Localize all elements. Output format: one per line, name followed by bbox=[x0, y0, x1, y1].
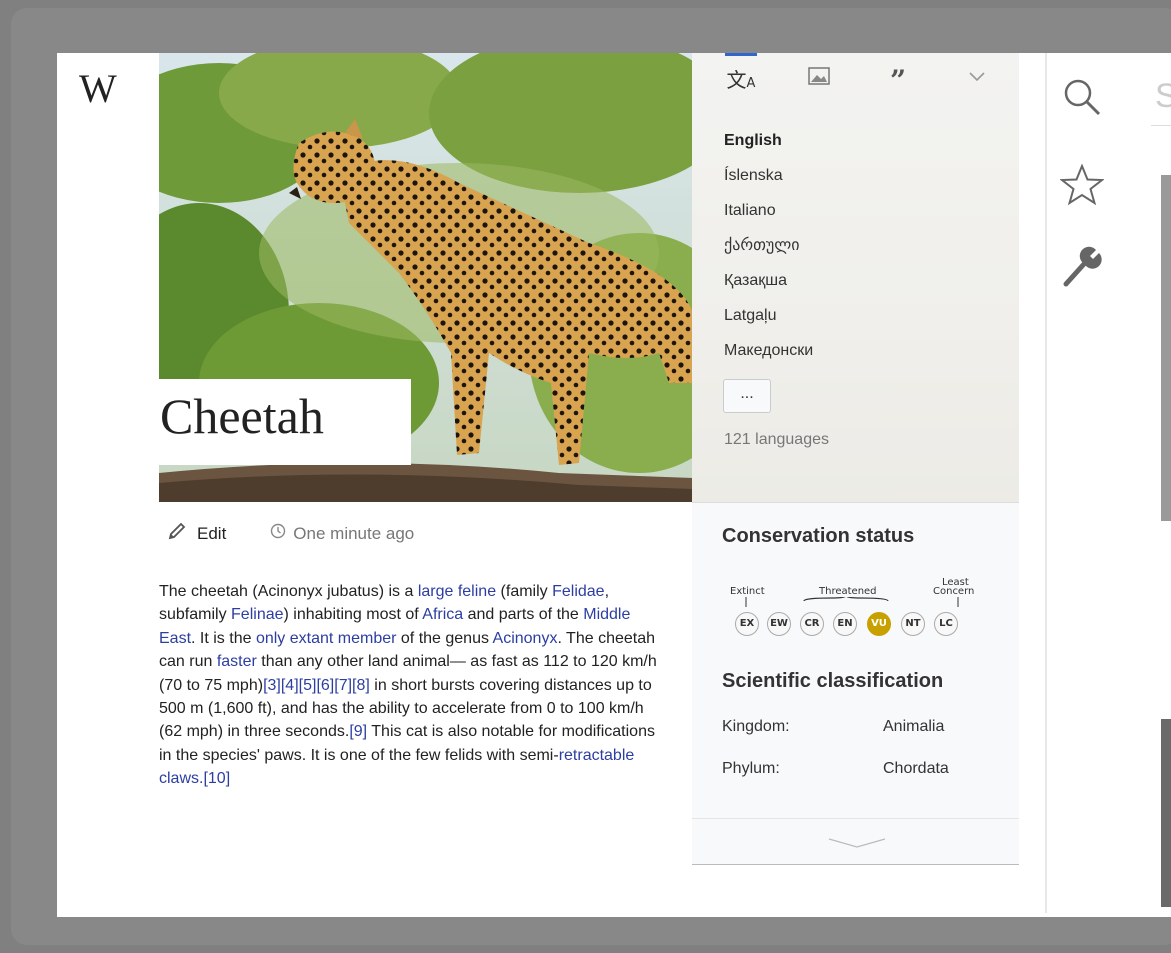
classification-title: Scientific classification bbox=[722, 670, 944, 692]
status-vu-active: VU bbox=[867, 612, 891, 636]
article-text: . It is the bbox=[191, 629, 256, 647]
more-languages-button[interactable]: ... bbox=[723, 379, 771, 413]
language-list: English Íslenska Italiano ქართული Қазақш… bbox=[724, 123, 813, 368]
pencil-icon bbox=[167, 521, 187, 546]
page: W Cheetah Edit One minute ago The cheeta… bbox=[57, 53, 1171, 917]
article-link[interactable]: [8] bbox=[352, 677, 370, 694]
language-item[interactable]: Қазақша bbox=[724, 263, 813, 298]
article-link[interactable]: [7] bbox=[334, 677, 352, 694]
status-ex: EX bbox=[735, 612, 759, 636]
article-link[interactable]: Felinae bbox=[231, 606, 283, 623]
article-link[interactable]: Acinonyx bbox=[493, 630, 558, 647]
article-paragraph: The cheetah (Acinonyx jubatus) is a larg… bbox=[159, 580, 669, 791]
article-link[interactable]: [9] bbox=[349, 723, 367, 740]
panel-divider bbox=[692, 502, 1019, 503]
article-link[interactable]: [10] bbox=[203, 770, 230, 787]
status-ew: EW bbox=[767, 612, 791, 636]
status-lc: LC bbox=[934, 612, 958, 636]
article-link[interactable]: [3] bbox=[263, 677, 281, 694]
partial-image-strip bbox=[1161, 175, 1171, 521]
article-link[interactable]: [4] bbox=[281, 677, 299, 694]
quotes-tab[interactable]: ” bbox=[878, 63, 918, 97]
extinct-label: Extinct bbox=[730, 586, 765, 597]
expand-chevron-icon bbox=[828, 838, 886, 848]
language-item[interactable]: English bbox=[724, 123, 813, 158]
classification-label: Phylum: bbox=[722, 760, 780, 777]
active-tab-indicator bbox=[725, 53, 757, 56]
edit-label: Edit bbox=[197, 523, 227, 543]
article-text: of the genus bbox=[396, 629, 493, 647]
wrench-icon bbox=[1062, 246, 1102, 293]
article-meta: Edit One minute ago bbox=[167, 521, 414, 546]
chevron-down-icon bbox=[969, 69, 985, 87]
classification-value[interactable]: Chordata bbox=[883, 760, 949, 778]
article-link[interactable]: only extant member bbox=[256, 630, 397, 647]
classification-row: Kingdom: Animalia bbox=[722, 718, 944, 736]
article-link[interactable]: Felidae bbox=[552, 583, 604, 600]
page-title: Cheetah bbox=[160, 388, 324, 444]
language-item[interactable]: Македонски bbox=[724, 333, 813, 368]
clock-icon bbox=[270, 523, 286, 544]
article-link[interactable]: Africa bbox=[422, 606, 463, 623]
media-tab[interactable] bbox=[799, 63, 839, 93]
status-cr: CR bbox=[800, 612, 824, 636]
image-icon bbox=[808, 66, 830, 91]
threatened-label: Threatened bbox=[819, 586, 877, 597]
article-link[interactable]: [6] bbox=[316, 677, 334, 694]
language-item[interactable]: Latgaļu bbox=[724, 298, 813, 333]
wikipedia-logo[interactable]: W bbox=[79, 65, 117, 112]
conservation-title: Conservation status bbox=[722, 525, 915, 547]
partial-image-strip bbox=[1161, 719, 1171, 907]
article-text: The cheetah (Acinonyx jubatus) is a bbox=[159, 583, 418, 600]
classification-row: Phylum: Chordata bbox=[722, 760, 949, 778]
panel-tabs: 文A ” bbox=[692, 53, 1019, 103]
concern-label: Concern bbox=[933, 586, 975, 597]
search-input-partial[interactable]: S bbox=[1155, 77, 1171, 116]
status-en: EN bbox=[833, 612, 857, 636]
conservation-brackets bbox=[745, 597, 959, 607]
status-nt: NT bbox=[901, 612, 925, 636]
translate-icon: 文A bbox=[726, 67, 756, 92]
search-icon bbox=[1062, 77, 1102, 122]
edit-button[interactable]: Edit bbox=[167, 521, 226, 546]
search-button[interactable] bbox=[1060, 77, 1104, 121]
article-link[interactable]: faster bbox=[217, 653, 257, 670]
expand-panel-button[interactable] bbox=[692, 818, 1019, 867]
last-edited-label: One minute ago bbox=[293, 523, 415, 543]
article-text: and parts of the bbox=[463, 606, 584, 624]
classification-label: Kingdom: bbox=[722, 718, 790, 735]
last-edited-link[interactable]: One minute ago bbox=[270, 523, 414, 544]
classification-value[interactable]: Animalia bbox=[883, 718, 944, 736]
side-panel: 文A ” English Íslenska Italiano ქართული Қ… bbox=[692, 53, 1019, 865]
search-underline bbox=[1151, 125, 1171, 126]
tools-button[interactable] bbox=[1060, 246, 1104, 293]
article-text: (family bbox=[496, 583, 553, 600]
article-link[interactable]: large feline bbox=[418, 583, 496, 600]
watch-star-button[interactable] bbox=[1059, 162, 1105, 211]
article-text: ) inhabiting most of bbox=[283, 606, 423, 624]
language-item[interactable]: Italiano bbox=[724, 193, 813, 228]
article-link[interactable]: [5] bbox=[299, 677, 317, 694]
languages-tab[interactable]: 文A bbox=[721, 63, 761, 93]
language-count: 121 languages bbox=[724, 431, 829, 448]
more-tab[interactable] bbox=[957, 63, 997, 93]
language-item[interactable]: ქართული bbox=[724, 228, 813, 263]
star-icon bbox=[1059, 162, 1105, 211]
quote-icon: ” bbox=[889, 64, 907, 97]
toolbar-separator bbox=[1045, 53, 1047, 913]
panel-bottom-border bbox=[692, 864, 1019, 865]
language-item[interactable]: Íslenska bbox=[724, 158, 813, 193]
